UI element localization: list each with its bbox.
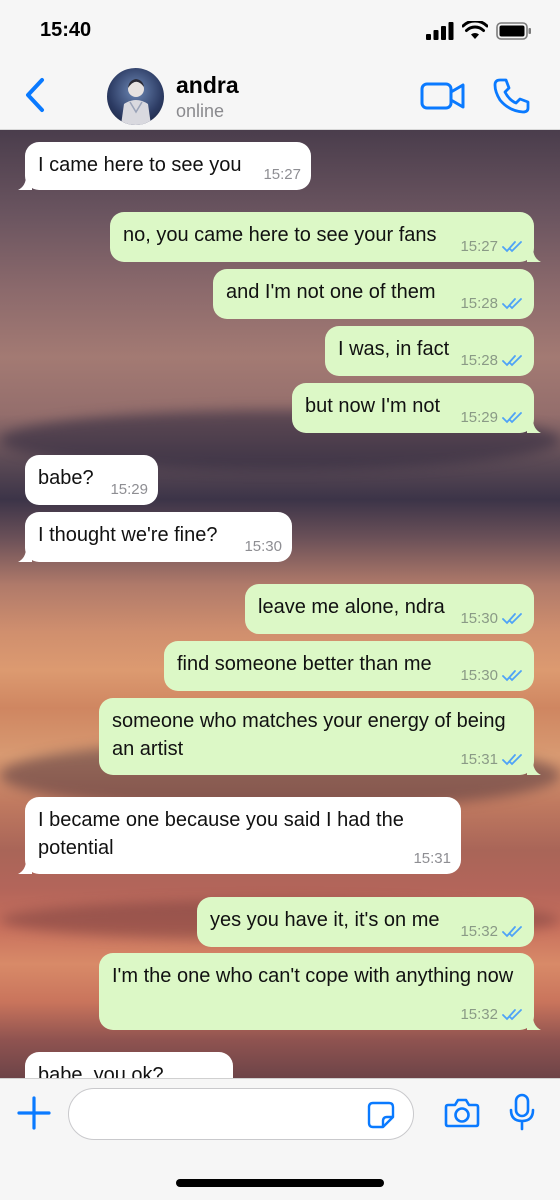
double-check-icon: [502, 670, 522, 682]
message-time: 15:29: [460, 409, 498, 426]
double-check-icon: [502, 355, 522, 367]
plus-icon[interactable]: [16, 1095, 52, 1131]
double-check-icon: [502, 613, 522, 625]
camera-icon[interactable]: [444, 1097, 480, 1129]
message-time: 15:32: [460, 923, 498, 940]
message-incoming[interactable]: I became one because you said I had the …: [18, 797, 461, 874]
message-text: babe, you ok?: [38, 1064, 164, 1078]
message-meta: 15:30: [244, 539, 282, 555]
signal-icon: [426, 21, 454, 40]
message-meta: 15:28: [460, 296, 524, 312]
message-meta: 15:29: [110, 482, 148, 498]
message-meta: 15:31: [413, 851, 451, 867]
message-text: yes you have it, it's on me: [210, 909, 440, 931]
message-outgoing[interactable]: find someone better than me 15:30: [164, 641, 534, 691]
message-time: 15:31: [460, 751, 498, 768]
message-text: find someone better than me: [177, 653, 432, 675]
message-time: 15:31: [413, 850, 451, 867]
double-check-icon: [502, 926, 522, 938]
message-text: I was, in fact: [338, 338, 450, 360]
message-outgoing[interactable]: someone who matches your energy of being…: [99, 698, 541, 775]
double-check-icon: [502, 241, 522, 253]
message-text: I'm the one who can't cope with anything…: [112, 965, 514, 987]
message-text: I became one because you said I had the …: [38, 809, 404, 859]
message-text: babe?: [38, 467, 94, 489]
message-text: someone who matches your energy of being…: [112, 710, 506, 760]
microphone-icon[interactable]: [508, 1093, 536, 1131]
double-check-icon: [502, 412, 522, 424]
chat-header: andra online: [0, 62, 560, 130]
message-meta: 15:29: [460, 410, 524, 426]
message-meta: 15:27: [263, 167, 301, 183]
message-time: 15:29: [110, 481, 148, 498]
message-time: 15:30: [244, 538, 282, 555]
message-meta: 15:32: [460, 924, 524, 940]
double-check-icon: [502, 754, 522, 766]
message-meta: 15:31: [460, 752, 524, 768]
contact-name[interactable]: andra: [176, 72, 239, 99]
message-meta: 15:32: [460, 1007, 524, 1023]
bubble-tail: [527, 248, 541, 262]
message-outgoing[interactable]: no, you came here to see your fans 15:27: [110, 212, 541, 262]
message-incoming[interactable]: babe, you ok?: [25, 1052, 233, 1078]
message-time: 15:27: [263, 166, 301, 183]
status-icons: [426, 21, 532, 40]
message-meta: 15:28: [460, 353, 524, 369]
message-text: but now I'm not: [305, 395, 440, 417]
bubble-tail: [18, 176, 32, 190]
avatar[interactable]: [107, 68, 164, 125]
message-incoming[interactable]: babe? 15:29: [25, 455, 158, 505]
bubble-tail: [527, 761, 541, 775]
message-time: 15:30: [460, 667, 498, 684]
message-text: no, you came here to see your fans: [123, 224, 437, 246]
double-check-icon: [502, 298, 522, 310]
message-input[interactable]: [87, 1101, 357, 1127]
message-outgoing[interactable]: I was, in fact 15:28: [325, 326, 534, 376]
input-bar: [0, 1078, 560, 1200]
wifi-icon: [462, 21, 488, 39]
bubble-tail: [18, 548, 32, 562]
message-text: I came here to see you: [38, 154, 242, 176]
status-bar: 15:40: [0, 0, 560, 62]
back-chevron-icon[interactable]: [20, 76, 50, 114]
status-time: 15:40: [40, 19, 92, 41]
message-time: 15:32: [460, 1006, 498, 1023]
chat-area[interactable]: I came here to see you 15:27 no, you cam…: [0, 130, 560, 1078]
bubble-tail: [527, 419, 541, 433]
message-time: 15:30: [460, 610, 498, 627]
battery-icon: [496, 21, 531, 40]
message-outgoing[interactable]: yes you have it, it's on me 15:32: [197, 897, 534, 947]
message-outgoing[interactable]: but now I'm not 15:29: [292, 383, 541, 433]
avatar-person-icon: [121, 79, 151, 125]
message-meta: 15:30: [460, 668, 524, 684]
message-incoming[interactable]: I came here to see you 15:27: [18, 142, 311, 190]
bubble-tail: [18, 860, 32, 874]
message-input-field[interactable]: [68, 1088, 414, 1140]
message-time: 15:28: [460, 352, 498, 369]
bubble-tail: [527, 1016, 541, 1030]
contact-status: online: [176, 101, 225, 121]
home-indicator: [176, 1179, 384, 1187]
message-outgoing[interactable]: I'm the one who can't cope with anything…: [99, 953, 541, 1030]
phone-icon[interactable]: [492, 77, 530, 115]
sticker-icon[interactable]: [367, 1101, 395, 1129]
message-outgoing[interactable]: and I'm not one of them 15:28: [213, 269, 534, 319]
message-text: and I'm not one of them: [226, 281, 436, 303]
message-meta: 15:27: [460, 239, 524, 255]
message-incoming[interactable]: I thought we're fine? 15:30: [18, 512, 292, 562]
message-text: I thought we're fine?: [38, 524, 218, 546]
message-text: leave me alone, ndra: [258, 596, 445, 618]
message-meta: 15:30: [460, 611, 524, 627]
message-time: 15:28: [460, 295, 498, 312]
message-outgoing[interactable]: leave me alone, ndra 15:30: [245, 584, 534, 634]
double-check-icon: [502, 1009, 522, 1021]
message-time: 15:27: [460, 238, 498, 255]
video-call-icon[interactable]: [420, 80, 466, 112]
